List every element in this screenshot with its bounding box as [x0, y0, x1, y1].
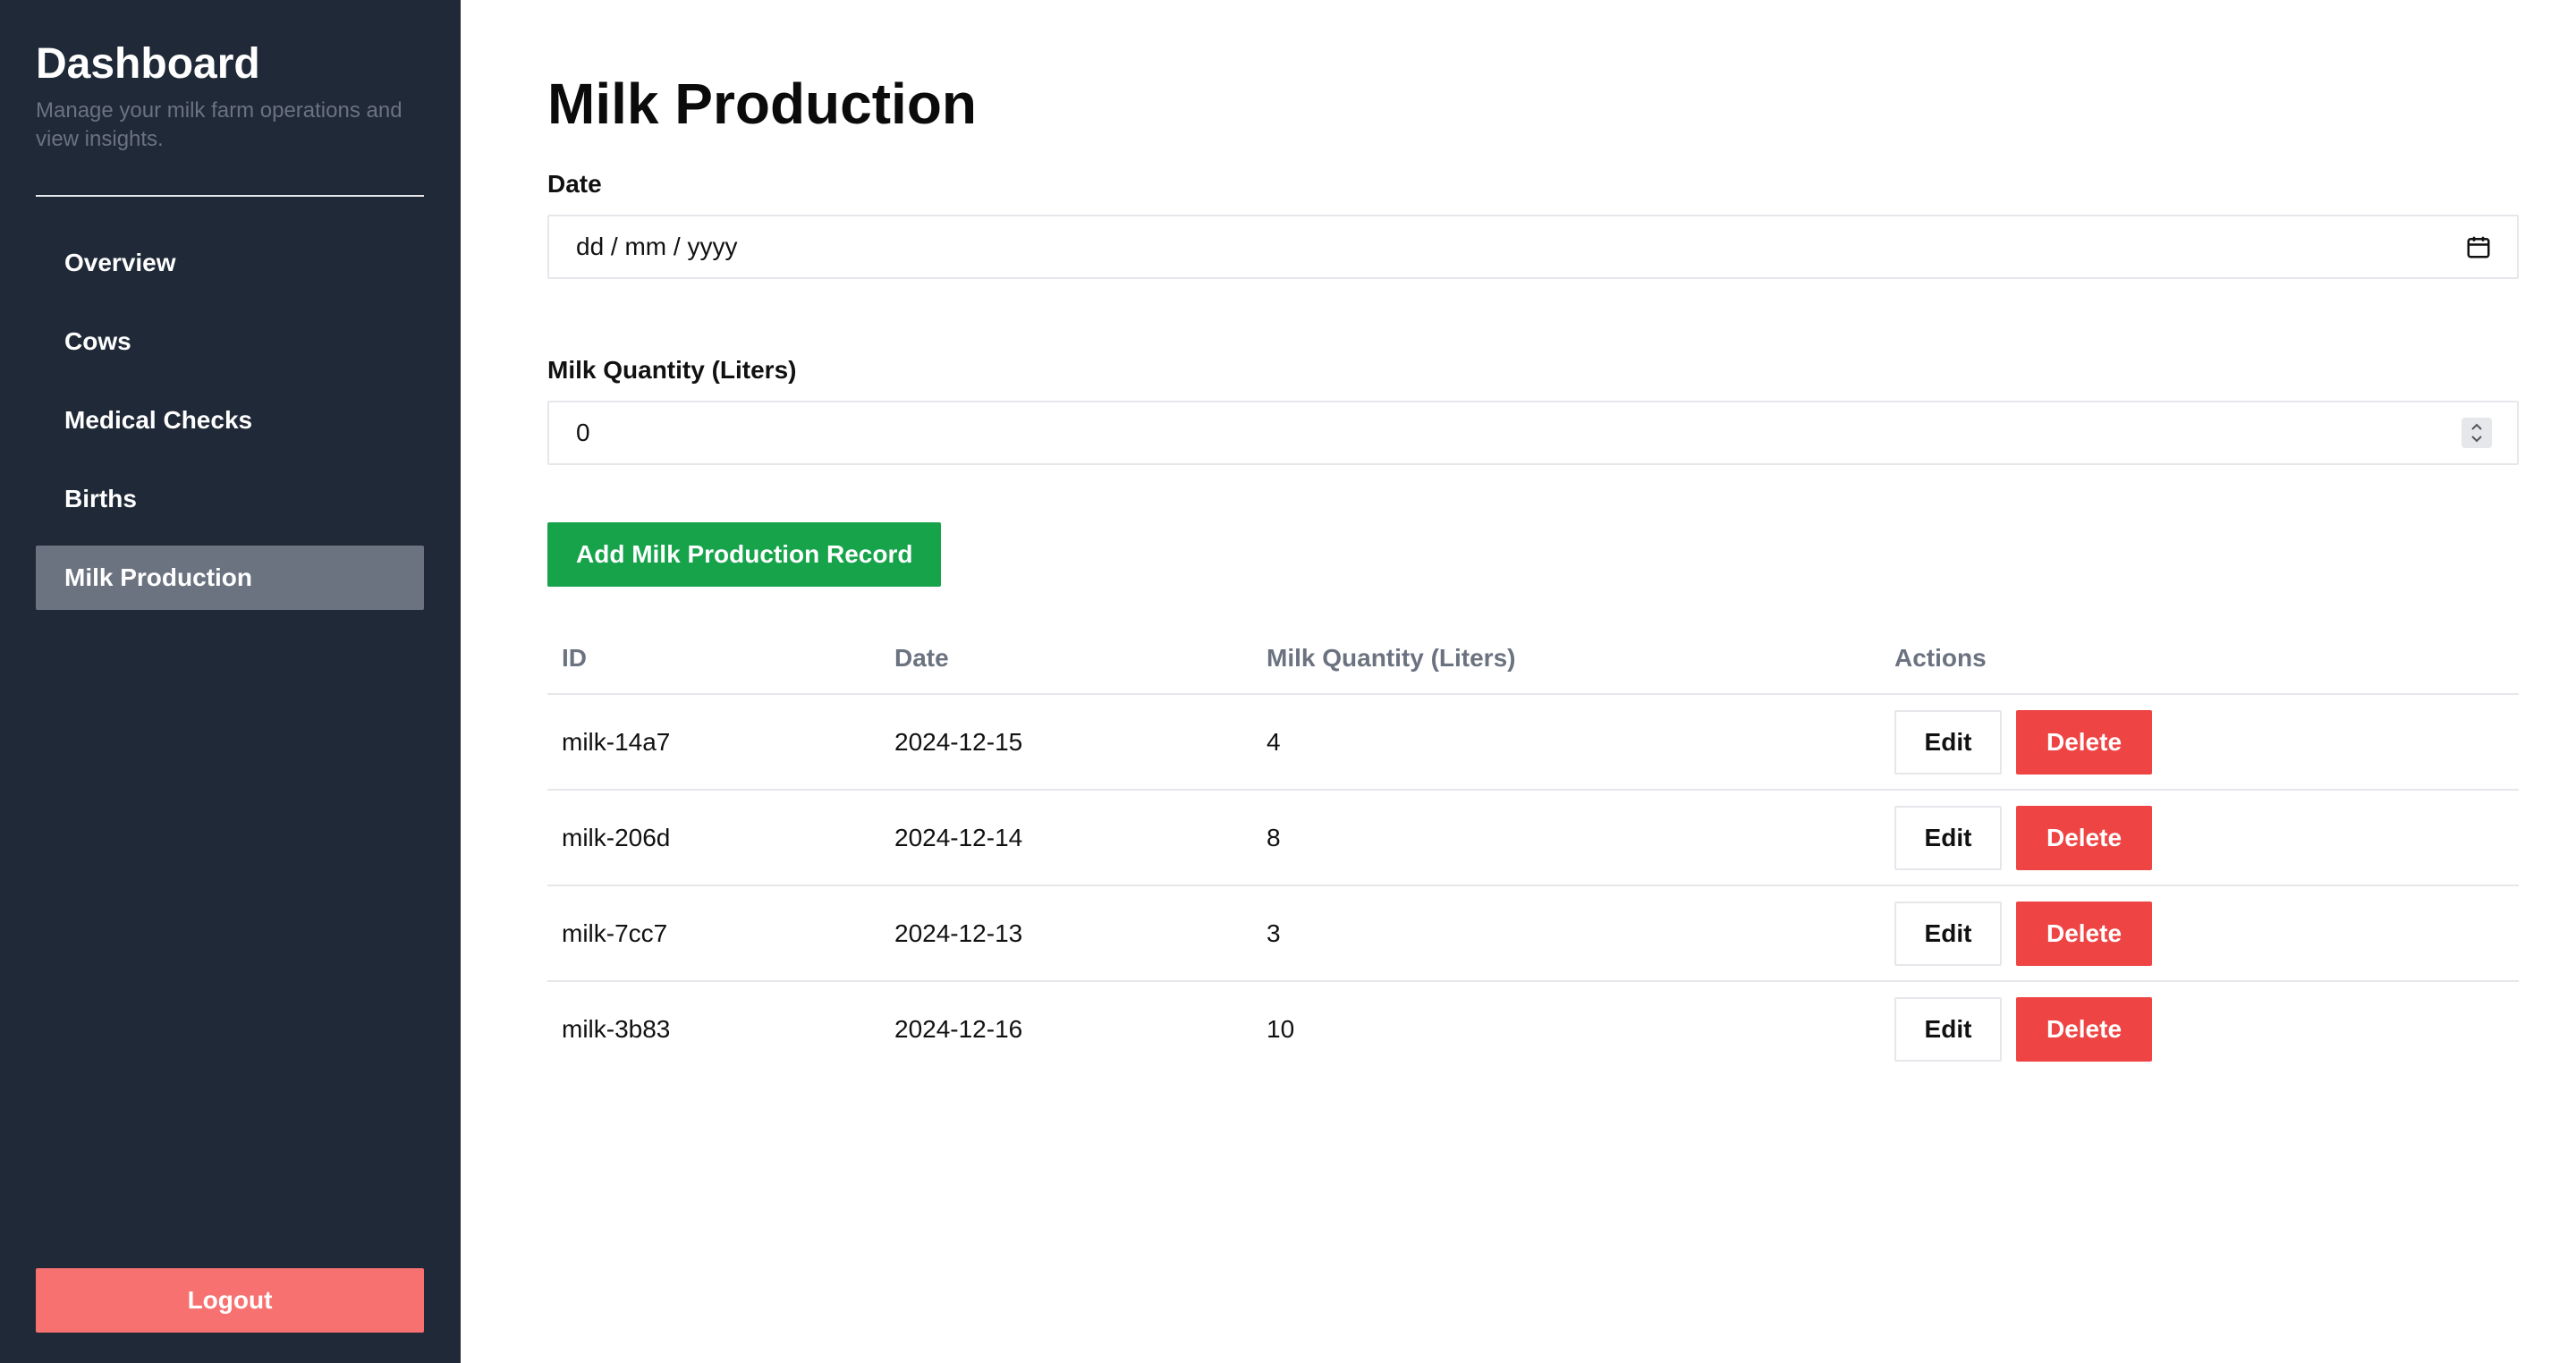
sidebar-divider [36, 195, 424, 197]
sidebar-title: Dashboard [36, 40, 260, 88]
table-row: milk-3b83 2024-12-16 10 Edit Delete [547, 981, 2519, 1077]
date-label: Date [547, 170, 602, 198]
app: Dashboard Manage your milk farm operatio… [0, 0, 2576, 1363]
delete-button[interactable]: Delete [2016, 709, 2152, 775]
cell-actions: Edit Delete [1880, 981, 2519, 1077]
sidebar: Dashboard Manage your milk farm operatio… [0, 0, 461, 1363]
delete-button[interactable]: Delete [2016, 901, 2152, 966]
date-input[interactable] [576, 233, 2465, 261]
header-id: ID [547, 622, 880, 695]
cell-quantity: 3 [1252, 885, 1880, 982]
cell-id: milk-3b83 [562, 1015, 671, 1043]
cell-date: 2024-12-16 [894, 1015, 1023, 1043]
cell-quantity: 4 [1252, 694, 1880, 791]
header-quantity: Milk Quantity (Liters) [1252, 622, 1880, 695]
cell-quantity: 8 [1252, 790, 1880, 886]
cell-actions: Edit Delete [1880, 885, 2519, 982]
table-row: milk-206d 2024-12-14 8 Edit Delete [547, 790, 2519, 886]
sidebar-item-medical-checks[interactable]: Medical Checks [36, 388, 424, 453]
table-row: milk-14a7 2024-12-15 4 Edit Delete [547, 694, 2519, 791]
cell-date: 2024-12-15 [880, 694, 1252, 791]
milk-production-table: ID Date Milk Quantity (Liters) Actions m… [547, 622, 2519, 1077]
field-spacer [547, 279, 2576, 324]
cell-actions: Edit Delete [1880, 694, 2519, 791]
edit-button[interactable]: Edit [1894, 901, 2002, 966]
spinner-icon[interactable] [2462, 418, 2492, 448]
logout-button[interactable]: Logout [36, 1268, 424, 1333]
sidebar-item-overview[interactable]: Overview [36, 231, 424, 295]
edit-button[interactable]: Edit [1894, 709, 2002, 775]
calendar-icon[interactable] [2465, 233, 2492, 260]
sidebar-item-cows[interactable]: Cows [36, 309, 424, 374]
table-header-row: ID Date Milk Quantity (Liters) Actions [547, 622, 2519, 695]
delete-button[interactable]: Delete [2016, 997, 2152, 1062]
edit-button[interactable]: Edit [1894, 997, 2002, 1062]
cell-id: milk-14a7 [547, 694, 880, 791]
table-row: milk-7cc7 2024-12-13 3 Edit Delete [547, 885, 2519, 982]
cell-id: milk-7cc7 [547, 885, 880, 982]
main-content: Milk Production Date Milk Quantity (Lite… [461, 0, 2576, 1363]
add-record-button[interactable]: Add Milk Production Record [547, 522, 942, 587]
quantity-label: Milk Quantity (Liters) [547, 356, 797, 384]
cell-date: 2024-12-13 [880, 885, 1252, 982]
header-date: Date [880, 622, 1252, 695]
header-actions: Actions [1880, 622, 2519, 695]
page-title: Milk Production [547, 72, 977, 136]
cell-date: 2024-12-14 [880, 790, 1252, 886]
date-field[interactable] [547, 215, 2519, 279]
cell-quantity: 10 [1267, 1015, 1295, 1043]
cell-id: milk-206d [547, 790, 880, 886]
cell-actions: Edit Delete [1880, 790, 2519, 886]
edit-button[interactable]: Edit [1894, 805, 2002, 870]
sidebar-nav: Overview Cows Medical Checks Births Milk… [36, 231, 425, 610]
quantity-input[interactable] [576, 419, 2462, 447]
delete-button[interactable]: Delete [2016, 805, 2152, 870]
sidebar-subtitle: Manage your milk farm operations and vie… [36, 98, 402, 151]
sidebar-item-milk-production[interactable]: Milk Production [36, 546, 424, 610]
quantity-field[interactable] [547, 401, 2519, 465]
sidebar-item-births[interactable]: Births [36, 467, 424, 531]
